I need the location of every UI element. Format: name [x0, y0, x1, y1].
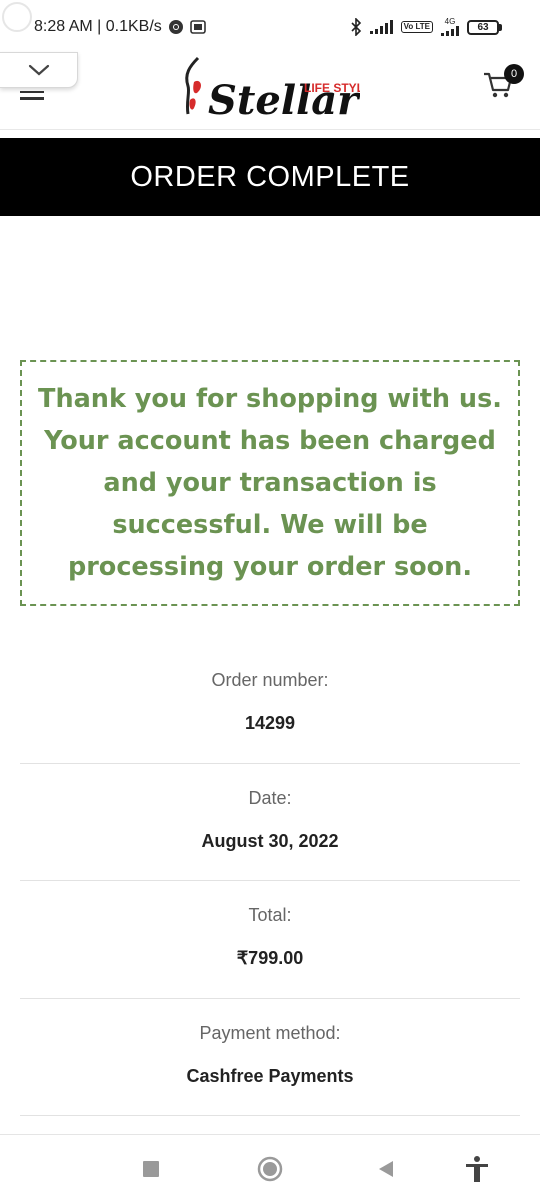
home-button[interactable]: [254, 1153, 286, 1185]
status-left: 8:28 AM | 0.1KB/s: [34, 18, 206, 36]
order-date-label: Date:: [248, 787, 292, 808]
bluetooth-icon: [351, 18, 361, 36]
sim-icon: [189, 20, 206, 34]
chrome-icon: [168, 20, 183, 34]
volte-icon: Vo LTE: [400, 21, 433, 33]
system-nav-bar: [0, 1134, 540, 1200]
payment-method-row: Payment method: Cashfree Payments: [20, 999, 520, 1116]
order-number-row: Order number: 14299: [20, 646, 520, 764]
thank-you-notice: Thank you for shopping with us. Your acc…: [20, 360, 520, 606]
accessibility-icon: [466, 1156, 488, 1182]
status-right: Vo LTE 4G 63: [350, 18, 502, 36]
home-circle-icon: [257, 1156, 283, 1182]
collapse-toolbar-button[interactable]: [0, 52, 78, 88]
thank-you-message: Thank you for shopping with us. Your acc…: [38, 384, 502, 582]
order-total-row: Total: ₹799.00: [20, 881, 520, 999]
order-number-value: 14299: [244, 713, 296, 733]
recents-button[interactable]: [135, 1153, 167, 1185]
accessibility-button[interactable]: [461, 1153, 493, 1185]
chevron-down-icon: [28, 64, 49, 76]
payment-method-label: Payment method:: [199, 1022, 341, 1043]
order-total-label: Total:: [248, 905, 292, 925]
network-tag: 4G: [444, 17, 456, 26]
floating-ring-icon: [2, 2, 32, 32]
order-date-value: August 30, 2022: [201, 830, 339, 851]
battery-icon: 63: [467, 19, 502, 35]
stellar-logo[interactable]: Stellar LIFE STYL: [180, 52, 364, 124]
status-time-network: 8:28 AM | 0.1KB/s: [34, 18, 162, 35]
order-number-label: Order number:: [211, 670, 329, 690]
battery-level: 63: [467, 19, 499, 35]
order-date-row: Date: August 30, 2022: [20, 764, 520, 881]
order-total-value: ₹799.00: [236, 948, 304, 968]
cart-button[interactable]: 0: [482, 64, 524, 104]
back-triangle-icon: [379, 1161, 393, 1177]
cart-count-badge: 0: [504, 64, 524, 84]
site-header: Stellar LIFE STYL 0: [0, 50, 540, 130]
square-icon: [143, 1161, 159, 1177]
network-4g-icon: 4G: [441, 18, 459, 36]
logo-graphic: Stellar LIFE STYL: [185, 56, 364, 124]
page-banner: ORDER COMPLETE: [0, 138, 540, 216]
status-bar: 8:28 AM | 0.1KB/s Vo LTE 4G 63: [0, 0, 540, 56]
signal-icon: [369, 20, 393, 34]
back-button[interactable]: [370, 1153, 402, 1185]
logo-tagline: LIFE STYL: [304, 81, 360, 95]
page-title: ORDER COMPLETE: [130, 160, 410, 193]
order-details: Order number: 14299 Date: August 30, 202…: [20, 646, 520, 1116]
payment-method-value: Cashfree Payments: [186, 1065, 354, 1086]
